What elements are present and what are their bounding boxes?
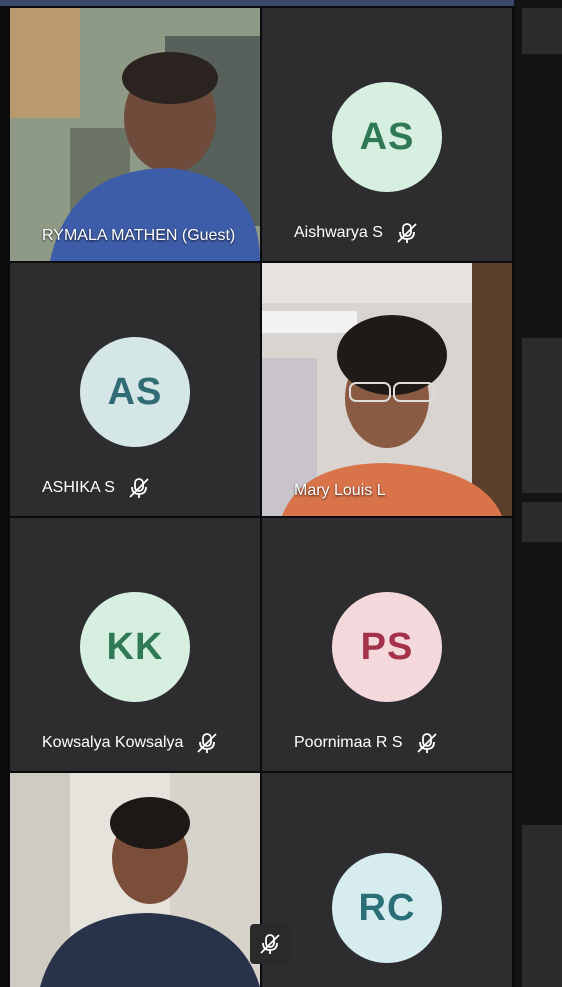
participant-tile-kowsalya[interactable]: KK Kowsalya Kowsalya — [10, 518, 260, 771]
avatar-initials: AS — [359, 115, 415, 158]
mic-off-icon — [260, 934, 280, 954]
mic-off-icon — [197, 733, 218, 753]
avatar-initials: KK — [106, 625, 164, 668]
participant-video — [262, 263, 512, 516]
participant-tile-aishwarya[interactable]: AS Aishwarya S — [262, 8, 512, 261]
avatar-initials: AS — [107, 370, 163, 413]
mic-off-icon — [129, 478, 149, 498]
participant-name: RYMALA MATHEN (Guest) — [42, 227, 236, 244]
participant-name: ASHIKA S — [42, 479, 115, 496]
participant-grid: RYMALA MATHEN (Guest) AS Aishwarya S AS … — [10, 8, 512, 987]
side-panel-2 — [522, 338, 562, 493]
participant-name-row: Poornimaa R S — [294, 731, 439, 755]
participant-name-row: ASHIKA S — [42, 476, 151, 500]
top-bar — [0, 0, 562, 6]
mic-off-icon — [416, 733, 437, 753]
participant-tile-rymala[interactable]: RYMALA MATHEN (Guest) — [10, 8, 260, 261]
participant-name: Kowsalya Kowsalya — [42, 734, 184, 751]
avatar: AS — [332, 82, 442, 192]
participant-tile-video-7[interactable] — [10, 773, 260, 987]
side-panel-1 — [522, 8, 562, 54]
participant-name-row: Aishwarya S — [294, 221, 419, 245]
side-panel-4 — [522, 825, 562, 987]
mute-indicator — [250, 924, 290, 964]
avatar: KK — [80, 592, 190, 702]
avatar-initials: RC — [358, 886, 416, 929]
participant-name: Mary Louis L — [294, 482, 386, 499]
participant-tile-mary[interactable]: Mary Louis L — [262, 263, 512, 516]
avatar: AS — [80, 337, 190, 447]
participant-name: Aishwarya S — [294, 224, 383, 241]
side-panel-3 — [522, 502, 562, 542]
participant-video — [10, 8, 260, 261]
participant-name: Poornimaa R S — [294, 734, 403, 751]
participant-tile-poornimaa[interactable]: PS Poornimaa R S — [262, 518, 512, 771]
avatar: RC — [332, 853, 442, 963]
participant-name-row: Mary Louis L — [294, 482, 386, 500]
participant-name-row: Kowsalya Kowsalya — [42, 731, 219, 755]
mic-off-icon — [397, 223, 417, 243]
participant-video — [10, 773, 260, 987]
participant-tile-rc[interactable]: RC — [262, 773, 512, 987]
avatar: PS — [332, 592, 442, 702]
avatar-initials: PS — [360, 625, 414, 668]
participant-tile-ashika[interactable]: AS ASHIKA S — [10, 263, 260, 516]
participant-name-row: RYMALA MATHEN (Guest) — [42, 227, 235, 245]
